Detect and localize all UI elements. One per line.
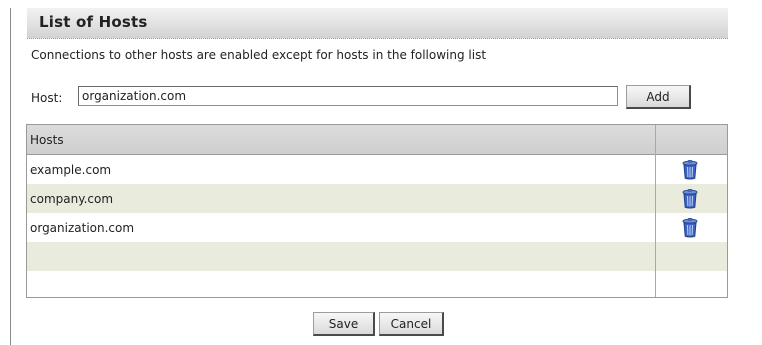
table-row: organization.com [27,213,727,242]
left-border [10,8,11,345]
trash-icon[interactable] [681,160,699,180]
column-header-hosts: Hosts [30,133,64,147]
panel-header: List of Hosts [27,8,728,39]
table-row: example.com [27,155,727,184]
trash-icon[interactable] [681,218,699,238]
table-row-empty [27,242,727,271]
trash-icon[interactable] [681,189,699,209]
cancel-button[interactable]: Cancel [379,312,444,336]
host-name: company.com [30,192,114,206]
column-divider [655,125,656,297]
table-row-empty [27,271,727,297]
save-button[interactable]: Save [313,312,375,336]
panel-title: List of Hosts [39,13,148,31]
panel-description: Connections to other hosts are enabled e… [31,48,487,62]
host-name: example.com [30,163,112,177]
hosts-table: Hosts example.com company.com organizati… [26,124,728,298]
host-input[interactable] [78,86,618,106]
add-button[interactable]: Add [626,85,691,109]
host-label: Host: [31,91,63,105]
host-name: organization.com [30,221,135,235]
table-header: Hosts [27,125,727,155]
table-row: company.com [27,184,727,213]
